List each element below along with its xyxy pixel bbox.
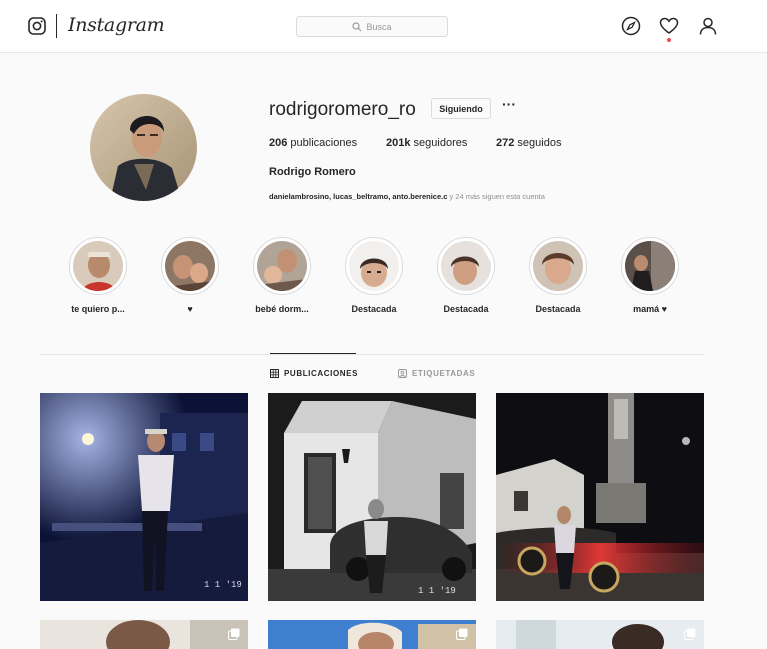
posts-count: 206 <box>269 137 288 149</box>
grid-icon <box>270 369 279 378</box>
highlight-item[interactable]: Destacada <box>518 237 598 314</box>
post-thumbnail[interactable] <box>268 620 476 649</box>
highlight-ring <box>621 237 679 295</box>
explore-compass-icon[interactable] <box>621 16 641 36</box>
logo-divider <box>56 14 57 38</box>
highlight-ring <box>253 237 311 295</box>
multiple-photos-icon <box>456 628 468 640</box>
search-placeholder: Busca <box>366 21 392 32</box>
highlight-label: mamá ♥ <box>633 304 667 314</box>
multiple-photos-icon <box>228 628 240 640</box>
highlight-label: te quiero p... <box>71 304 125 314</box>
tabs-divider <box>40 354 704 355</box>
highlight-item[interactable]: Destacada <box>426 237 506 314</box>
tab-tagged-label: ETIQUETADAS <box>412 369 476 378</box>
highlight-item[interactable]: te quiero p... <box>58 237 138 314</box>
followed-by-text[interactable]: danielambrosino, lucas_beltramo, anto.be… <box>269 192 545 201</box>
tab-tagged[interactable]: ETIQUETADAS <box>398 369 475 378</box>
following-label: seguidos <box>517 137 562 149</box>
following-stat[interactable]: 272 seguidos <box>496 137 561 149</box>
more-options-button[interactable]: ··· <box>501 97 517 115</box>
tab-posts-label: PUBLICACIONES <box>284 369 359 378</box>
top-navigation-bar: Instagram Busca <box>0 0 767 53</box>
following-button[interactable]: Siguiendo <box>431 98 491 119</box>
search-icon <box>352 21 362 31</box>
posts-label: publicaciones <box>290 137 358 149</box>
active-tab-indicator <box>270 353 356 354</box>
highlight-ring <box>69 237 127 295</box>
followers-label: seguidores <box>413 137 468 149</box>
post-thumbnail[interactable]: 1 1 '19 <box>268 393 476 601</box>
post-thumbnail[interactable] <box>496 620 704 649</box>
profile-avatar[interactable] <box>90 94 197 201</box>
followers-count: 201k <box>386 137 411 149</box>
highlight-ring <box>529 237 587 295</box>
instagram-camera-icon[interactable] <box>28 17 46 35</box>
post-date-stamp: 1 1 '19 <box>418 586 456 596</box>
post-thumbnail[interactable] <box>40 620 248 649</box>
highlight-label: Destacada <box>351 304 397 314</box>
profile-full-name: Rodrigo Romero <box>269 166 356 178</box>
search-input[interactable]: Busca <box>296 16 448 37</box>
highlight-ring <box>345 237 403 295</box>
multiple-photos-icon <box>684 628 696 640</box>
highlight-item[interactable]: bebé dorm... <box>242 237 322 314</box>
highlight-label: Destacada <box>535 304 581 314</box>
notification-dot <box>667 38 671 42</box>
highlight-ring <box>437 237 495 295</box>
profile-user-icon[interactable] <box>698 16 718 36</box>
tagged-person-icon <box>398 369 407 378</box>
highlight-ring <box>161 237 219 295</box>
activity-heart-icon[interactable] <box>659 16 679 36</box>
followed-by-names: danielambrosino, lucas_beltramo, anto.be… <box>269 192 448 201</box>
tab-posts[interactable]: PUBLICACIONES <box>270 369 358 378</box>
highlight-item[interactable]: Destacada <box>334 237 414 314</box>
highlight-label: Destacada <box>443 304 489 314</box>
highlight-label: ♥ <box>187 304 193 314</box>
posts-count-stat: 206 publicaciones <box>269 137 357 149</box>
app-wordmark[interactable]: Instagram <box>68 14 165 36</box>
post-thumbnail[interactable]: 1 1 '19 <box>40 393 248 601</box>
highlight-item[interactable]: ♥ <box>150 237 230 314</box>
post-thumbnail[interactable] <box>496 393 704 601</box>
followers-stat[interactable]: 201k seguidores <box>386 137 467 149</box>
following-count: 272 <box>496 137 515 149</box>
post-date-stamp: 1 1 '19 <box>204 580 242 590</box>
followed-by-suffix: y 24 más siguen esta cuenta <box>447 192 545 201</box>
highlight-item[interactable]: mamá ♥ <box>610 237 690 314</box>
profile-username: rodrigoromero_ro <box>269 99 416 120</box>
highlight-label: bebé dorm... <box>255 304 309 314</box>
